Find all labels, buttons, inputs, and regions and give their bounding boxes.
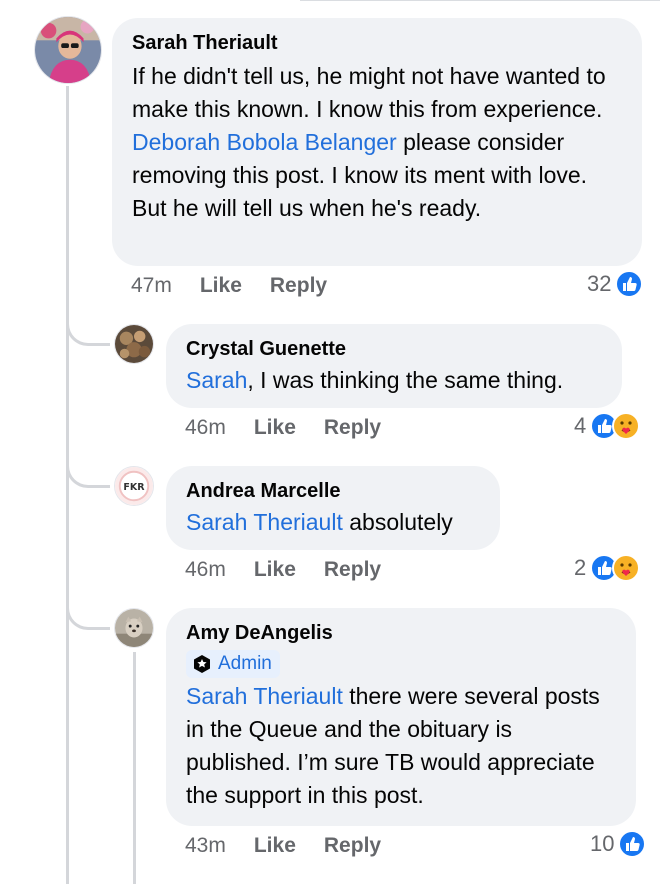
- reply-button[interactable]: Reply: [270, 274, 327, 298]
- reaction-count: 2: [574, 555, 587, 580]
- like-icon: [618, 830, 647, 858]
- reaction-count: 4: [574, 413, 587, 438]
- avatar-photo: [115, 609, 153, 647]
- comment-text: Sarah, I was thinking the same thing.: [186, 364, 602, 397]
- avatar[interactable]: FKR: [114, 466, 154, 506]
- comment-time[interactable]: 46m: [185, 558, 226, 582]
- comment-text: Sarah Theriault absolutely: [186, 506, 480, 539]
- thread-line: [66, 86, 69, 884]
- reply-button[interactable]: Reply: [324, 834, 381, 858]
- reaction-icons: [590, 412, 641, 440]
- thread-line: [133, 652, 136, 884]
- comment-text-part: If he didn't tell us, he might not have …: [132, 63, 606, 122]
- reaction-summary[interactable]: 2: [574, 554, 641, 582]
- avatar-photo: [115, 325, 153, 363]
- mention-link[interactable]: Deborah Bobola Belanger: [132, 129, 397, 155]
- thread-curve: [66, 318, 110, 346]
- avatar-photo: FKR: [115, 467, 153, 505]
- reply-button[interactable]: Reply: [324, 416, 381, 440]
- thread-curve: [66, 602, 110, 630]
- comment-text-part: , I was thinking the same thing.: [247, 367, 564, 393]
- comment-bubble: Crystal Guenette Sarah, I was thinking t…: [166, 324, 622, 408]
- mention-link[interactable]: Sarah Theriault: [186, 683, 343, 709]
- comment-thread: Sarah Theriault If he didn't tell us, he…: [0, 0, 666, 884]
- reaction-count: 10: [590, 831, 615, 856]
- comment-meta: 43m Like Reply: [185, 834, 381, 858]
- comment-author[interactable]: Andrea Marcelle: [186, 478, 480, 504]
- like-button[interactable]: Like: [254, 558, 296, 582]
- comment-time[interactable]: 43m: [185, 834, 226, 858]
- mention-link[interactable]: Sarah Theriault: [186, 509, 343, 535]
- like-icon: [615, 270, 644, 298]
- comment-author[interactable]: Sarah Theriault: [132, 30, 622, 56]
- divider: [300, 0, 660, 1]
- reaction-summary[interactable]: 10: [590, 830, 647, 858]
- comment-author[interactable]: Amy DeAngelis: [186, 620, 616, 646]
- comment-bubble: Amy DeAngelis Admin Sarah Theriault ther…: [166, 608, 636, 826]
- avatar-photo: [35, 17, 101, 83]
- comment-author[interactable]: Crystal Guenette: [186, 336, 602, 362]
- admin-badge[interactable]: Admin: [186, 650, 280, 678]
- comment-meta: 46m Like Reply: [185, 416, 381, 440]
- comment-bubble: Sarah Theriault If he didn't tell us, he…: [112, 18, 642, 266]
- comment-time[interactable]: 47m: [131, 274, 172, 298]
- like-button[interactable]: Like: [254, 834, 296, 858]
- admin-shield-icon: [194, 655, 210, 673]
- comment-text-part: absolutely: [342, 509, 453, 535]
- comment-text: If he didn't tell us, he might not have …: [132, 60, 622, 225]
- reaction-summary[interactable]: 32: [587, 270, 644, 298]
- avatar[interactable]: [114, 324, 154, 364]
- comment-bubble: Andrea Marcelle Sarah Theriault absolute…: [166, 466, 500, 550]
- care-icon: [612, 554, 641, 582]
- comment-text: Sarah Theriault there were several posts…: [186, 680, 616, 812]
- reaction-icons: [590, 554, 641, 582]
- mention-link[interactable]: Sarah: [186, 367, 247, 393]
- comment-meta: 47m Like Reply: [131, 274, 327, 298]
- reaction-summary[interactable]: 4: [574, 412, 641, 440]
- reaction-count: 32: [587, 271, 612, 296]
- thread-curve: [66, 460, 110, 488]
- admin-badge-label: Admin: [218, 653, 272, 674]
- comment-time[interactable]: 46m: [185, 416, 226, 440]
- avatar[interactable]: [34, 16, 102, 84]
- care-icon: [612, 412, 641, 440]
- comment-meta: 46m Like Reply: [185, 558, 381, 582]
- avatar-logo-text: FKR: [123, 482, 145, 493]
- like-button[interactable]: Like: [254, 416, 296, 440]
- avatar[interactable]: [114, 608, 154, 648]
- like-button[interactable]: Like: [200, 274, 242, 298]
- reply-button[interactable]: Reply: [324, 558, 381, 582]
